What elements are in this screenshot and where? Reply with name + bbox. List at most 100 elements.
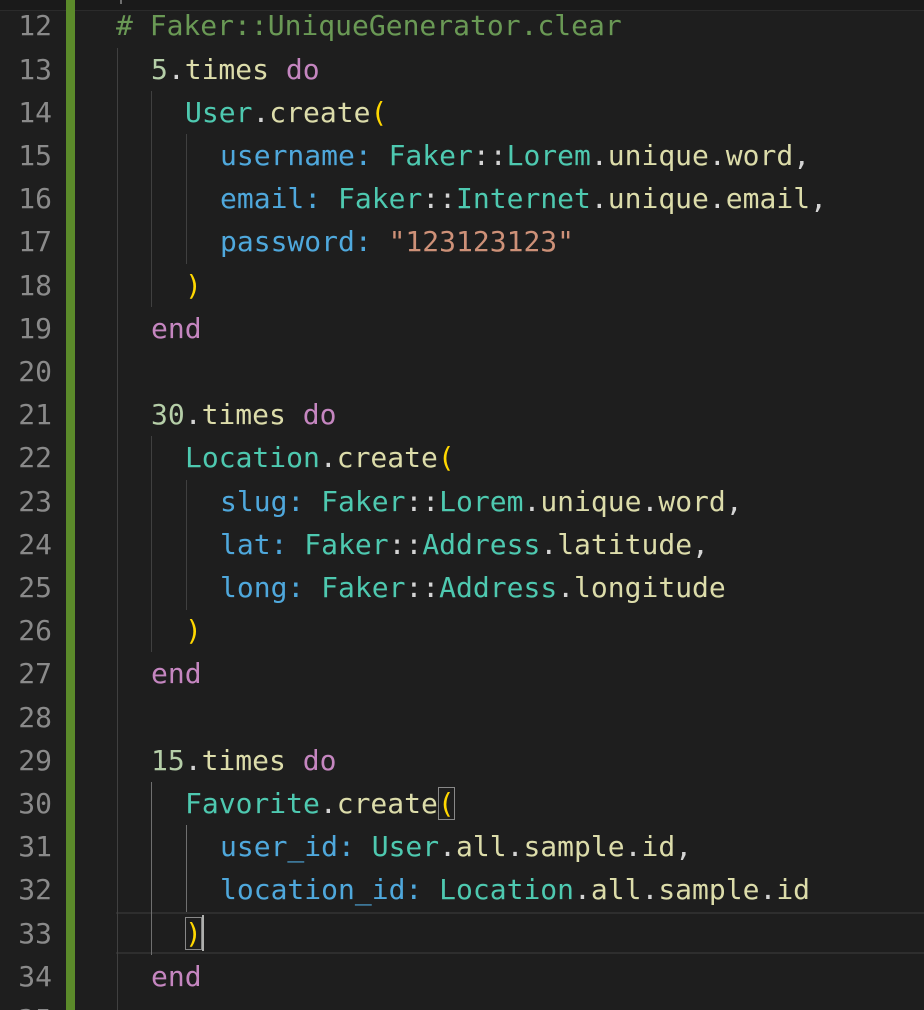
code-line-31[interactable]: user_id: User.all.sample.id, [220,825,692,868]
scope-operator: :: [405,571,440,604]
close-paren: ) [185,614,202,647]
line-number: 21 [18,398,52,431]
code-line-27[interactable]: end [151,652,202,695]
dot: . [439,830,457,863]
dot: . [641,485,659,518]
method-name: id [776,873,811,906]
class-name: User [371,830,440,863]
class-name: Faker [321,571,406,604]
code-line-26[interactable]: ) [185,609,202,652]
method-name: unique [540,485,642,518]
method-name: times [201,398,286,431]
keyword-do: do [285,53,320,86]
number-literal: 30 [151,398,185,431]
symbol-key: lat: [220,528,288,561]
class-name: Location [185,441,320,474]
comma: , [725,485,743,518]
code-line-19[interactable]: end [151,307,202,350]
method-name: all [590,873,642,906]
dot: . [184,744,202,777]
method-name: unique [607,182,709,215]
code-line-23[interactable]: slug: Faker::Lorem.unique.word, [220,480,743,523]
open-paren: ( [437,441,455,474]
code-line-17[interactable]: password: "123123123" [220,220,574,263]
code-line-33[interactable]: ) [185,912,202,955]
code-line-13[interactable]: 5.times do [151,48,320,91]
method-name: create [269,96,371,129]
line-number: 19 [18,312,52,345]
dot: . [759,873,777,906]
method-name: latitude [557,528,693,561]
method-name: unique [607,139,709,172]
line-number: 15 [18,139,52,172]
line-number: 30 [18,787,52,820]
symbol-key: slug: [220,485,305,518]
class-name: Location [439,873,575,906]
line-number: 18 [18,269,52,302]
scope-operator: :: [422,182,457,215]
symbol-key: location_id: [220,873,423,906]
code-line-22[interactable]: Location.create( [185,436,455,479]
code-editor[interactable]: 12 13 14 15 16 17 18 19 20 21 22 23 24 2… [0,0,924,1010]
method-name: times [184,53,270,86]
line-number: 31 [18,830,52,863]
dot: . [540,528,558,561]
git-modified-indicator[interactable] [66,0,75,1010]
line-number: 12 [18,9,52,42]
code-line-30[interactable]: Favorite.create( [185,782,455,825]
symbol-key: username: [220,139,372,172]
code-line-18[interactable]: ) [185,264,202,307]
code-area[interactable]: # Faker::UniqueGenerator.clear 5.times d… [116,0,924,1010]
line-number: 35 [0,998,52,1010]
line-number: 29 [18,744,52,777]
dot: . [506,830,524,863]
class-name: Address [422,528,541,561]
symbol-key: user_id: [220,830,355,863]
keyword-end: end [151,657,202,690]
dot: . [641,873,659,906]
code-line-15[interactable]: username: Faker::Lorem.unique.word, [220,134,810,177]
code-line-24[interactable]: lat: Faker::Address.latitude, [220,523,709,566]
line-number: 23 [18,485,52,518]
code-line-14[interactable]: User.create( [185,91,387,134]
scope-operator: :: [388,528,423,561]
line-number: 22 [18,441,52,474]
dot: . [319,441,337,474]
string-literal: "123123123" [388,225,575,258]
dot: . [590,182,608,215]
line-number: 25 [18,571,52,604]
keyword-end: end [151,960,202,993]
line-number: 20 [18,355,52,388]
dot: . [624,830,642,863]
class-name: Faker [388,139,473,172]
line-number-gutter[interactable]: 12 13 14 15 16 17 18 19 20 21 22 23 24 2… [0,0,66,1010]
symbol-key: password: [220,225,372,258]
comma: , [692,528,709,561]
code-line-25[interactable]: long: Faker::Address.longitude [220,566,726,609]
comment: # Faker::UniqueGenerator.clear [116,9,622,42]
symbol-key: long: [220,571,305,604]
method-name: create [336,441,438,474]
method-name: longitude [574,571,726,604]
comma: , [810,182,827,215]
dot: . [319,787,337,820]
line-number: 24 [18,528,52,561]
keyword-do: do [302,398,337,431]
class-name: Favorite [185,787,320,820]
code-line-21[interactable]: 30.times do [151,393,336,436]
dot: . [708,182,726,215]
code-line-12[interactable]: # Faker::UniqueGenerator.clear [116,4,622,47]
class-name: Address [439,571,558,604]
dot: . [184,398,202,431]
matched-open-paren: ( [437,787,455,820]
close-paren: ) [185,269,202,302]
class-name: Lorem [506,139,591,172]
code-line-16[interactable]: email: Faker::Internet.unique.email, [220,177,827,220]
code-line-34[interactable]: end [151,955,202,998]
code-line-29[interactable]: 15.times do [151,739,336,782]
code-line-32[interactable]: location_id: Location.all.sample.id [220,868,810,911]
text-cursor [202,915,204,951]
dot: . [523,485,541,518]
line-number: 34 [18,960,52,993]
scope-operator: :: [472,139,507,172]
